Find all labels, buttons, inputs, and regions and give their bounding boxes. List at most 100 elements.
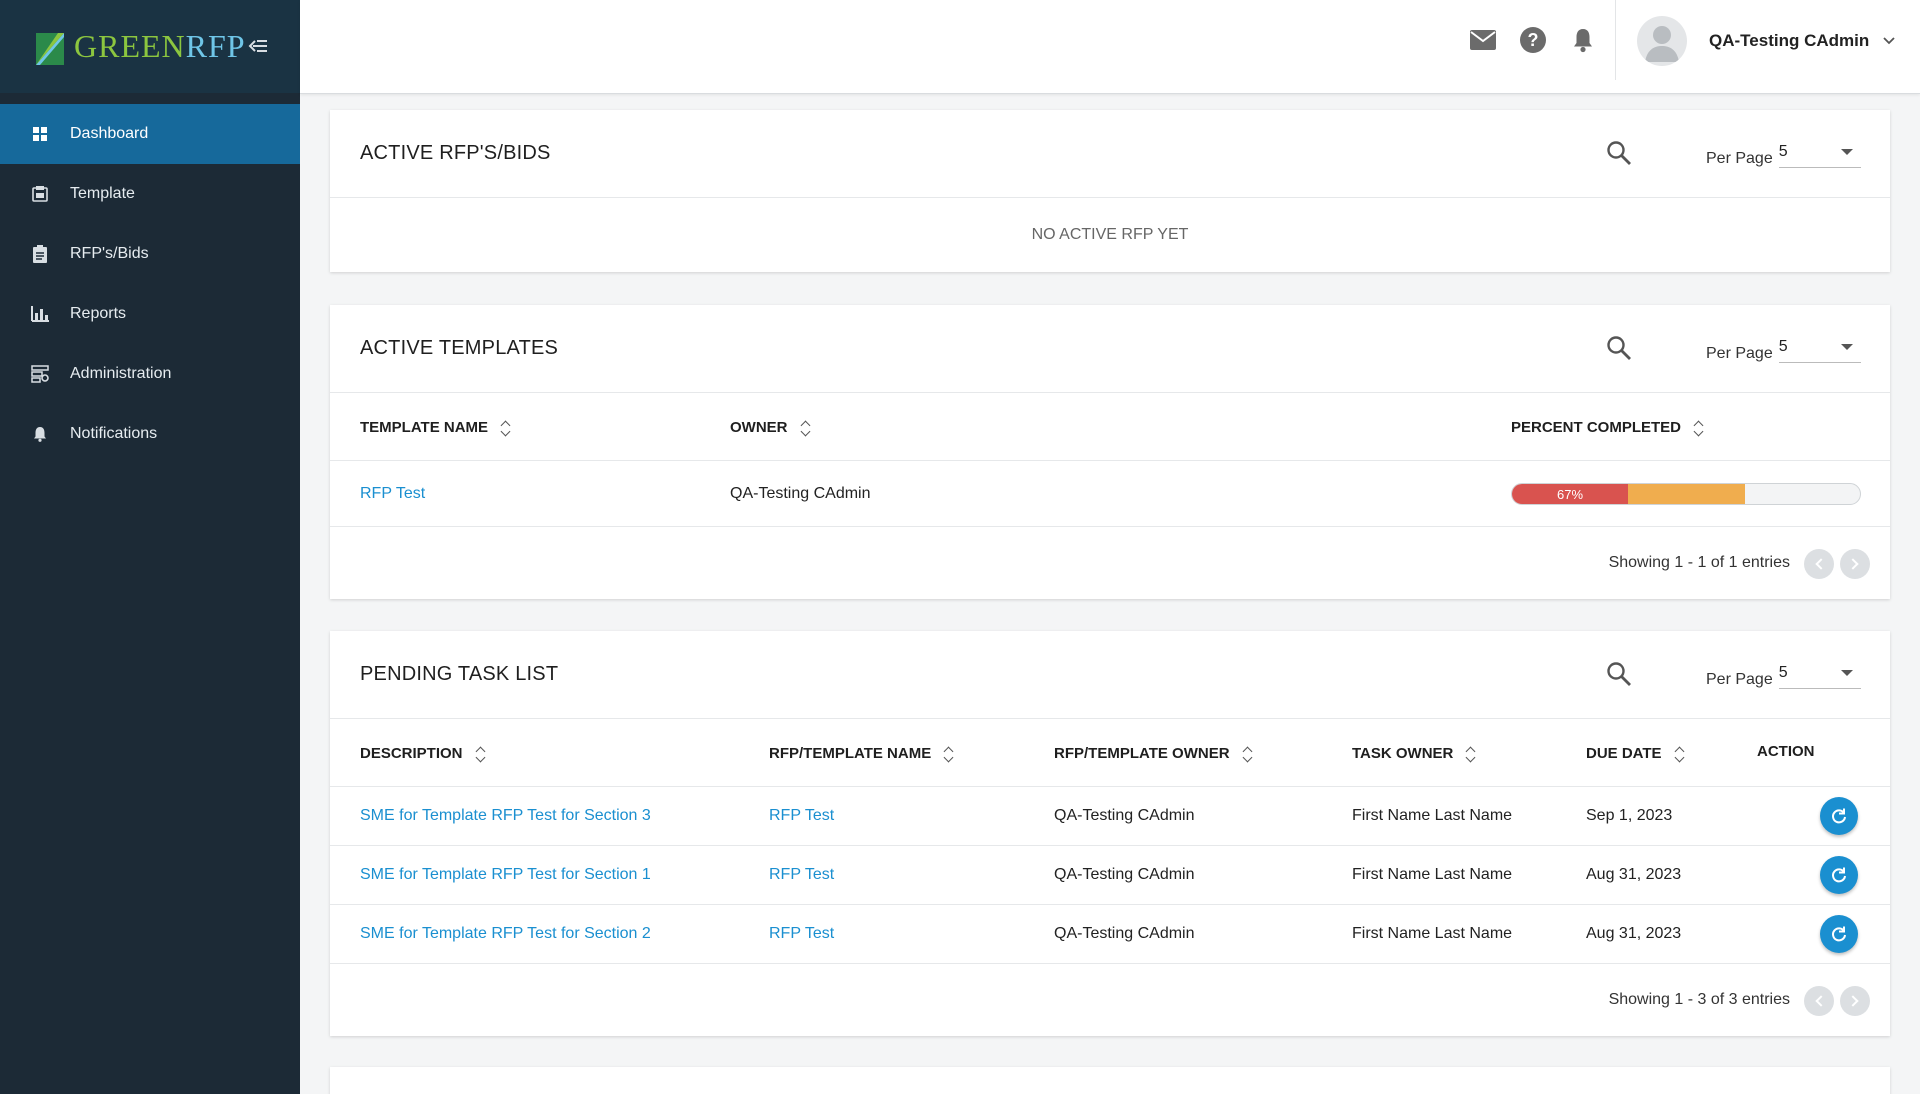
table-footer: Showing 1 - 3 of 3 entries [330, 964, 1890, 1036]
prev-page-button[interactable] [1804, 549, 1834, 579]
sidebar: GREENRFP Dashboard Template RFP's/Bids R… [0, 0, 300, 1094]
table-row: RFP Test QA-Testing CAdmin 67% [330, 461, 1890, 527]
top-icons: ? [1469, 26, 1597, 54]
user-menu[interactable]: QA-Testing CAdmin [1637, 16, 1895, 66]
svg-text:?: ? [1528, 30, 1539, 50]
per-page-label: Per Page [1706, 671, 1773, 688]
header-divider [1615, 0, 1616, 80]
per-page-select[interactable]: 5 [1778, 338, 1861, 363]
search-icon[interactable] [1606, 140, 1632, 166]
column-header-template-name[interactable]: TEMPLATE NAME [360, 393, 511, 461]
table-row: SME for Template RFP Test for Section 2 … [330, 905, 1890, 964]
rfp-template-name-link[interactable]: RFP Test [769, 866, 834, 884]
dropdown-caret-icon [1840, 344, 1853, 350]
refresh-icon [1832, 867, 1846, 883]
refresh-action-button[interactable] [1820, 797, 1858, 835]
next-page-button[interactable] [1840, 986, 1870, 1016]
active-templates-card: ACTIVE TEMPLATES Per Page 5 TEMPLATE NAM… [330, 305, 1890, 599]
table-header: DESCRIPTION RFP/TEMPLATE NAME RFP/TEMPLA… [330, 719, 1890, 787]
sidebar-item-dashboard[interactable]: Dashboard [0, 104, 300, 164]
rfp-template-owner: QA-Testing CAdmin [1054, 925, 1195, 942]
empty-state-text: NO ACTIVE RFP YET [1031, 226, 1189, 243]
sidebar-item-label: Dashboard [70, 125, 149, 142]
dropdown-caret-icon [1840, 670, 1853, 676]
template-name-link[interactable]: RFP Test [360, 485, 425, 503]
search-icon[interactable] [1606, 661, 1632, 687]
admin-icon [30, 364, 50, 384]
sort-icon [1693, 419, 1704, 437]
clipboard-icon [30, 244, 50, 264]
next-card [330, 1067, 1890, 1094]
sidebar-item-label: Template [70, 185, 135, 202]
logo[interactable]: GREENRFP [34, 27, 246, 67]
rfp-template-owner: QA-Testing CAdmin [1054, 866, 1195, 883]
search-icon[interactable] [1606, 335, 1632, 361]
column-header-due-date[interactable]: DUE DATE [1586, 719, 1685, 787]
logo-text: GREENRFP [74, 28, 246, 64]
sidebar-item-label: RFP's/Bids [70, 245, 149, 262]
sidebar-item-rfps-bids[interactable]: RFP's/Bids [0, 224, 300, 284]
progress-label: 67% [1556, 486, 1584, 502]
sort-icon [1465, 745, 1476, 763]
refresh-action-button[interactable] [1820, 856, 1858, 894]
column-header-rfp-template-owner[interactable]: RFP/TEMPLATE OWNER [1054, 719, 1252, 787]
entries-count: Showing 1 - 1 of 1 entries [1608, 554, 1790, 571]
bell-icon[interactable] [1569, 26, 1597, 54]
per-page-label: Per Page [1706, 150, 1773, 167]
sidebar-item-reports[interactable]: Reports [0, 284, 300, 344]
next-page-button[interactable] [1840, 549, 1870, 579]
due-date: Aug 31, 2023 [1586, 925, 1682, 942]
rfp-template-owner: QA-Testing CAdmin [1054, 807, 1195, 824]
progress-segment-in-progress [1628, 484, 1745, 504]
prev-page-button[interactable] [1804, 986, 1834, 1016]
card-header: ACTIVE TEMPLATES Per Page 5 [330, 305, 1890, 393]
task-owner: First Name Last Name [1352, 866, 1513, 883]
task-description-link[interactable]: SME for Template RFP Test for Section 1 [360, 866, 651, 884]
refresh-icon [1832, 808, 1846, 824]
dashboard-icon [30, 124, 50, 144]
pending-task-list-card: PENDING TASK LIST Per Page 5 DESCRIPTION… [330, 631, 1890, 1036]
task-description-link[interactable]: SME for Template RFP Test for Section 2 [360, 925, 651, 943]
card-header: ACTIVE RFP'S/BIDS Per Page 5 [330, 110, 1890, 198]
card-title: PENDING TASK LIST [360, 663, 559, 685]
top-bar: ? QA-Testing CAdmin [300, 0, 1920, 94]
rfp-template-name-link[interactable]: RFP Test [769, 807, 834, 825]
per-page-value: 5 [1778, 143, 1788, 160]
avatar [1637, 16, 1687, 66]
column-header-percent-completed[interactable]: PERCENT COMPLETED [1511, 393, 1704, 461]
progress-bar: 67% [1511, 483, 1861, 505]
help-icon[interactable]: ? [1519, 26, 1547, 54]
per-page-value: 5 [1778, 664, 1788, 681]
due-date: Aug 31, 2023 [1586, 866, 1682, 883]
task-description-link[interactable]: SME for Template RFP Test for Section 3 [360, 807, 651, 825]
sidebar-item-label: Administration [70, 365, 172, 382]
sidebar-item-notifications[interactable]: Notifications [0, 404, 300, 464]
per-page-select[interactable]: 5 [1778, 664, 1861, 689]
collapse-sidebar-button[interactable] [246, 34, 270, 58]
sidebar-item-administration[interactable]: Administration [0, 344, 300, 404]
column-header-description[interactable]: DESCRIPTION [360, 719, 485, 787]
brand-header: GREENRFP [0, 0, 300, 93]
progress-segment-completed: 67% [1512, 484, 1628, 504]
entries-count: Showing 1 - 3 of 3 entries [1608, 991, 1790, 1008]
column-header-task-owner[interactable]: TASK OWNER [1352, 719, 1476, 787]
per-page-control: Per Page 5 [1706, 664, 1861, 689]
refresh-action-button[interactable] [1820, 915, 1858, 953]
column-header-rfp-template-name[interactable]: RFP/TEMPLATE NAME [769, 719, 954, 787]
due-date: Sep 1, 2023 [1586, 807, 1673, 824]
per-page-value: 5 [1778, 338, 1788, 355]
template-owner: QA-Testing CAdmin [730, 484, 871, 502]
sort-icon [1674, 745, 1685, 763]
per-page-select[interactable]: 5 [1778, 143, 1861, 168]
per-page-control: Per Page 5 [1706, 143, 1861, 168]
column-header-owner[interactable]: OWNER [730, 393, 810, 461]
mail-icon[interactable] [1469, 26, 1497, 54]
bar-chart-icon [30, 304, 50, 324]
card-header: PENDING TASK LIST Per Page 5 [330, 631, 1890, 719]
sidebar-item-template[interactable]: Template [0, 164, 300, 224]
bell-icon [30, 424, 50, 444]
chevron-down-icon [1883, 37, 1895, 45]
card-title: ACTIVE TEMPLATES [360, 337, 559, 359]
user-name: QA-Testing CAdmin [1709, 31, 1870, 50]
rfp-template-name-link[interactable]: RFP Test [769, 925, 834, 943]
